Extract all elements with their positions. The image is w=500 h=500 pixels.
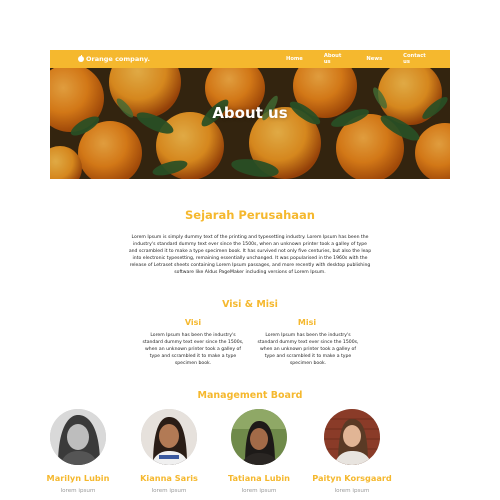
- board-member-card: Kianna Saris lorem ipsum: [129, 409, 209, 494]
- brand-name: Orange company.: [86, 55, 150, 63]
- board-member-card: Tatiana Lubin lorem ipsum: [219, 409, 299, 494]
- mission-heading: Misi: [297, 318, 317, 327]
- history-paragraph: Lorem Ipsum is simply dummy text of the …: [128, 235, 372, 275]
- member-photo: [324, 409, 380, 465]
- member-role: lorem ipsum: [334, 488, 370, 494]
- member-photo: [141, 409, 197, 465]
- avatar: [141, 409, 197, 465]
- hero-banner: About us: [50, 68, 450, 179]
- brand-link[interactable]: Orange company.: [78, 50, 150, 68]
- board-member-card: Marilyn Lubin lorem ipsum: [38, 409, 118, 494]
- avatar: [231, 409, 287, 465]
- board-member-card: Paityn Korsgaard lorem ipsum: [312, 409, 392, 494]
- nav-item-news[interactable]: News: [366, 56, 382, 62]
- member-name: Paityn Korsgaard: [312, 473, 392, 483]
- orange-icon: [78, 54, 84, 62]
- page: Orange company. Home About us News Conta…: [47, 50, 450, 500]
- member-name: Kianna Saris: [140, 473, 198, 483]
- member-role: lorem ipsum: [60, 488, 96, 494]
- oranges-hero-image: [50, 68, 450, 179]
- member-photo: [50, 409, 106, 465]
- vision-heading: Visi: [184, 318, 202, 327]
- mission-paragraph: Lorem Ipsum has been the industry's stan…: [257, 333, 359, 366]
- vision-mission-heading: Visi & Misi: [222, 299, 278, 310]
- member-name: Marilyn Lubin: [46, 473, 110, 483]
- nav-menu: Home About us News Contact us: [286, 50, 450, 68]
- nav-item-home[interactable]: Home: [286, 56, 303, 62]
- member-name: Tatiana Lubin: [227, 473, 291, 483]
- hero-title: About us: [212, 104, 288, 122]
- vision-paragraph: Lorem Ipsum has been the industry's stan…: [142, 333, 244, 366]
- avatar: [50, 409, 106, 465]
- board-heading: Management Board: [197, 390, 303, 401]
- nav-item-about-us[interactable]: About us: [324, 53, 346, 65]
- navbar: Orange company. Home About us News Conta…: [50, 50, 450, 68]
- avatar: [324, 409, 380, 465]
- history-heading: Sejarah Perusahaan: [185, 208, 315, 222]
- member-photo: [231, 409, 287, 465]
- member-role: lorem ipsum: [151, 488, 187, 494]
- member-role: lorem ipsum: [241, 488, 277, 494]
- nav-item-contact-us[interactable]: Contact us: [403, 53, 429, 65]
